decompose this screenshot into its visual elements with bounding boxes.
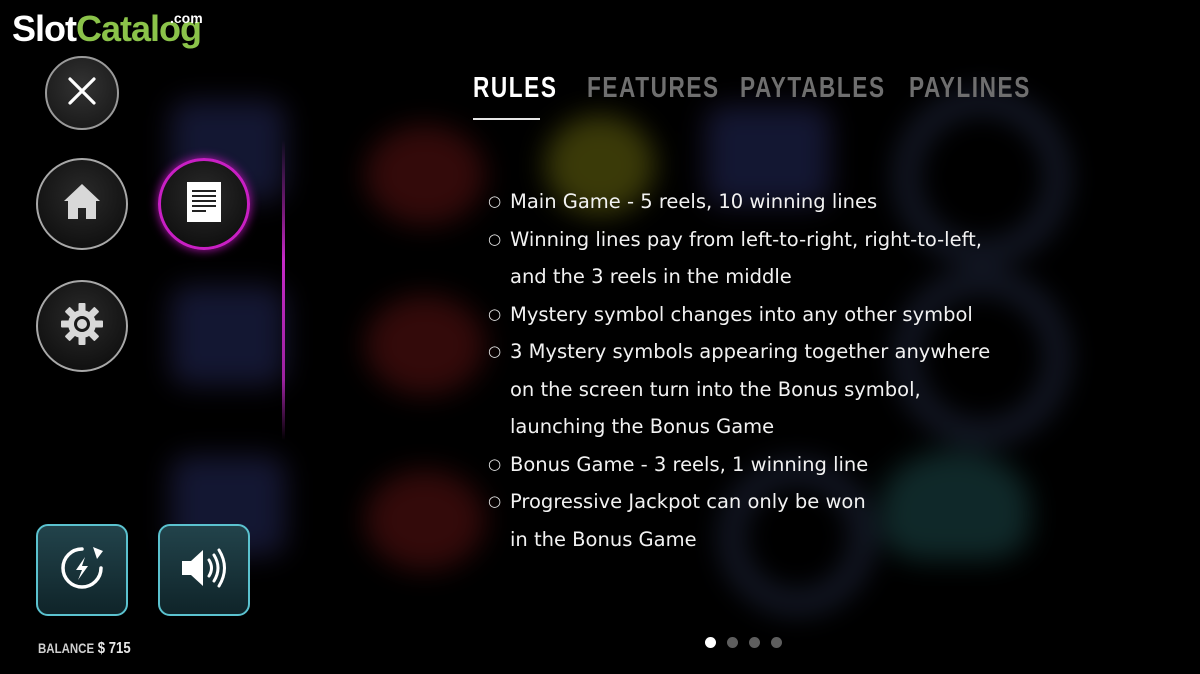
rule-text: in the Bonus Game xyxy=(510,527,697,551)
balance-display: BALANCE $ 715 xyxy=(38,640,131,658)
menu-divider xyxy=(282,140,285,440)
list-item: ○ Winning lines pay from left-to-right, … xyxy=(488,221,1048,296)
slotcatalog-logo: SlotCatalog .com xyxy=(12,8,203,50)
document-icon xyxy=(186,181,222,227)
active-tab-underline xyxy=(473,118,540,120)
balance-label: BALANCE xyxy=(38,640,95,656)
settings-button[interactable] xyxy=(36,280,128,372)
close-button[interactable] xyxy=(45,56,119,130)
tab-rules[interactable]: RULES xyxy=(473,72,557,105)
sound-button[interactable] xyxy=(158,524,250,616)
page-indicator xyxy=(705,637,782,648)
list-item: ○ Mystery symbol changes into any other … xyxy=(488,296,1048,334)
page-dot-2[interactable] xyxy=(727,637,738,648)
tab-features[interactable]: FEATURES xyxy=(587,72,720,105)
bullet-circle-icon: ○ xyxy=(488,304,502,323)
home-button[interactable] xyxy=(36,158,128,250)
balance-value: $ 715 xyxy=(97,640,131,657)
home-icon xyxy=(61,181,103,227)
bullet-circle-icon: ○ xyxy=(488,229,502,248)
rules-list: ○ Main Game - 5 reels, 10 winning lines … xyxy=(488,183,1048,558)
list-item: ○ 3 Mystery symbols appearing together a… xyxy=(488,333,1048,446)
speaker-icon xyxy=(179,546,229,594)
rule-text: 3 Mystery symbols appearing together any… xyxy=(510,340,991,363)
rule-text: on the screen turn into the Bonus symbol… xyxy=(510,377,921,401)
list-item: ○ Progressive Jackpot can only be won in… xyxy=(488,483,1048,558)
page-dot-1[interactable] xyxy=(705,637,716,648)
logo-text-slot: Slot xyxy=(12,8,77,49)
bullet-circle-icon: ○ xyxy=(488,342,502,360)
bullet-circle-icon: ○ xyxy=(488,192,502,210)
turbo-spin-button[interactable] xyxy=(36,524,128,616)
tab-paytables[interactable]: PAYTABLES xyxy=(740,72,886,105)
rule-text: launching the Bonus Game xyxy=(510,415,775,438)
close-icon xyxy=(67,76,97,110)
rule-text: Progressive Jackpot can only be won xyxy=(510,490,866,513)
turbo-spin-icon xyxy=(57,543,107,597)
rule-text: Bonus Game - 3 reels, 1 winning line xyxy=(510,452,869,476)
rule-text: Mystery symbol changes into any other sy… xyxy=(510,302,973,326)
list-item: ○ Main Game - 5 reels, 10 winning lines xyxy=(488,183,1048,221)
rule-text: and the 3 reels in the middle xyxy=(510,265,792,288)
list-item: ○ Bonus Game - 3 reels, 1 winning line xyxy=(488,446,1048,484)
rule-text: Winning lines pay from left-to-right, ri… xyxy=(510,227,982,251)
tab-paylines[interactable]: PAYLINES xyxy=(909,72,1031,105)
bullet-circle-icon: ○ xyxy=(488,454,502,473)
rule-text: Main Game - 5 reels, 10 winning lines xyxy=(510,190,878,213)
logo-text-dotcom: .com xyxy=(170,10,203,26)
page-dot-4[interactable] xyxy=(771,637,782,648)
gear-icon xyxy=(59,301,105,351)
rules-button[interactable] xyxy=(158,158,250,250)
page-dot-3[interactable] xyxy=(749,637,760,648)
bullet-circle-icon: ○ xyxy=(488,492,502,510)
